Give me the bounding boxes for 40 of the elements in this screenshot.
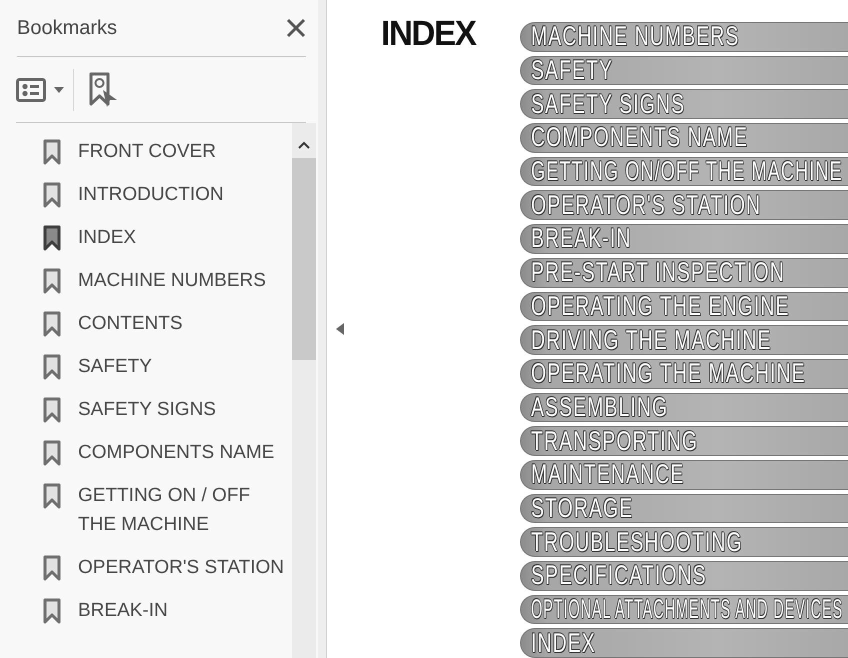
bookmark-item[interactable]: FRONT COVER: [78, 137, 292, 166]
bookmark-item[interactable]: GETTING ON / OFF THE MACHINE: [78, 481, 292, 539]
collapse-panel-button[interactable]: [336, 323, 344, 335]
chevron-up-icon: [298, 141, 310, 149]
section-title: SAFETY: [531, 56, 614, 84]
close-icon: [286, 18, 306, 38]
section-title: BREAK-IN: [531, 225, 632, 253]
list-icon: [16, 78, 46, 102]
section-title: OPTIONAL ATTACHMENTS AND DEVICES: [531, 596, 844, 624]
bookmark-item[interactable]: INTRODUCTION: [78, 180, 292, 209]
bookmark-item[interactable]: MACHINE NUMBERS: [78, 266, 292, 295]
section-title: GETTING ON/OFF THE MACHINE: [531, 158, 843, 186]
section-title: DRIVING THE MACHINE: [531, 326, 772, 354]
page-heading: INDEX: [381, 14, 476, 54]
section-title: OPERATOR'S STATION: [531, 191, 762, 220]
close-button[interactable]: [286, 18, 306, 38]
scrollbar-thumb[interactable]: [292, 158, 316, 360]
bookmark-item[interactable]: COMPONENTS NAME: [78, 438, 292, 467]
section-title: TROUBLESHOOTING: [531, 528, 743, 556]
section-title: MACHINE NUMBERS: [531, 23, 740, 51]
panel-title: Bookmarks: [17, 16, 118, 40]
bookmark-item[interactable]: SAFETY: [78, 352, 292, 381]
section-title: OPERATING THE ENGINE: [531, 292, 790, 320]
options-dropdown[interactable]: [16, 78, 64, 102]
caret-icon: [54, 86, 64, 92]
section-title: SAFETY SIGNS: [531, 90, 686, 118]
bookmark-item[interactable]: SAFETY SIGNS: [78, 395, 292, 424]
triangle-left-icon: [336, 323, 344, 335]
section-title: INDEX: [531, 629, 596, 658]
section-title: STORAGE: [531, 494, 634, 522]
bookmark-item[interactable]: OPERATOR'S STATION: [78, 553, 292, 582]
bookmark-item[interactable]: CONTENTS: [78, 309, 292, 338]
section-title: ASSEMBLING: [531, 394, 668, 422]
section-title: PRE-START INSPECTION: [531, 258, 785, 286]
section-title: MAINTENANCE: [531, 460, 684, 489]
section-title: TRANSPORTING: [531, 427, 698, 455]
section-title: SPECIFICATIONS: [531, 562, 707, 590]
bookmark-item[interactable]: INDEX: [78, 223, 292, 252]
section-title: OPERATING THE MACHINE: [531, 360, 806, 388]
bookmark-item[interactable]: BREAK-IN: [78, 596, 292, 625]
